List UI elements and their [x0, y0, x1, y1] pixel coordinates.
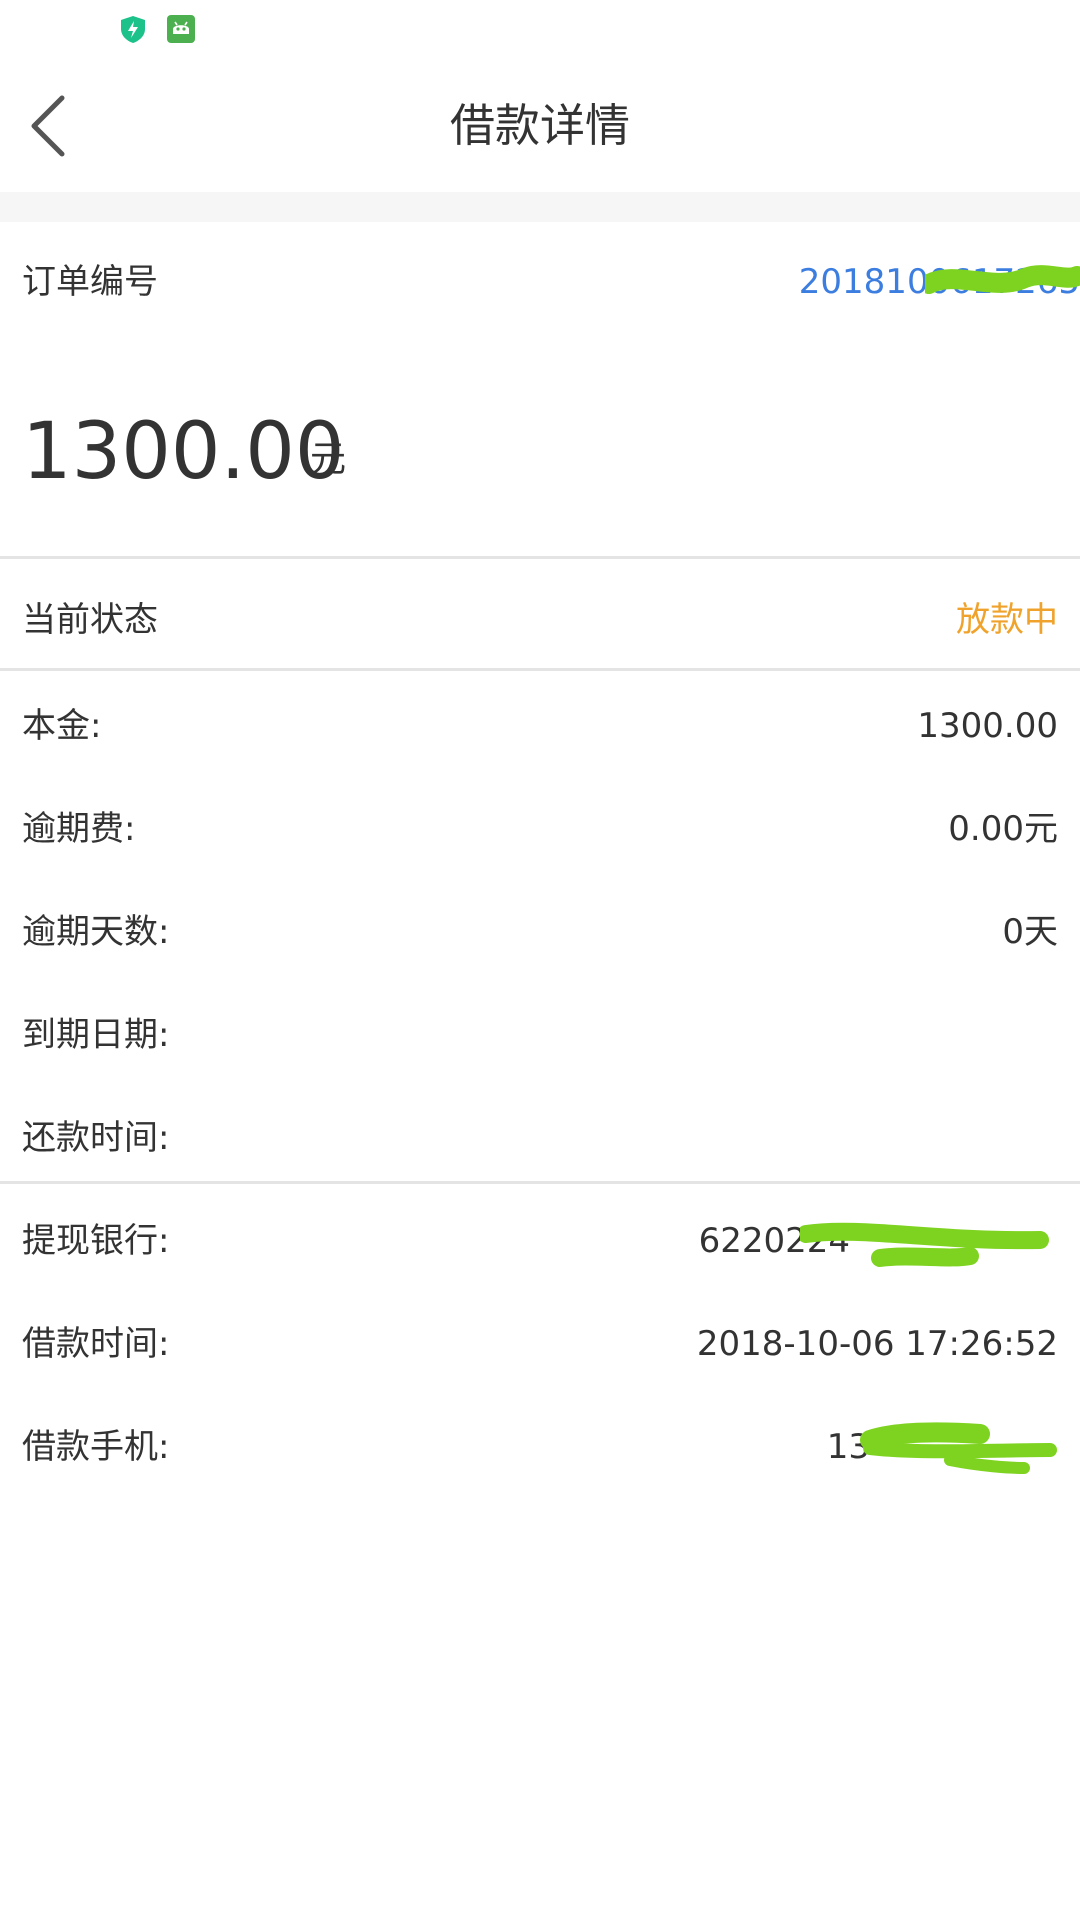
repayment-time-row: 还款时间:	[0, 1088, 1080, 1188]
repayment-time-label: 还款时间:	[22, 1118, 170, 1158]
page-title: 借款详情	[449, 99, 630, 152]
withdraw-bank-value: 6220224	[698, 1221, 850, 1261]
loan-time-row: 借款时间: 2018-10-06 17:26:52	[0, 1294, 1080, 1394]
loan-phone-row: 借款手机: 13	[0, 1397, 1080, 1497]
divider-line	[0, 556, 1080, 559]
loan-time-label: 借款时间:	[22, 1324, 170, 1364]
overdue-fee-value: 0.00元	[948, 809, 1058, 849]
overdue-days-row: 逾期天数: 0天	[0, 882, 1080, 982]
due-date-label: 到期日期:	[22, 1015, 170, 1055]
shield-bolt-icon	[121, 16, 145, 43]
header-divider	[0, 192, 1080, 222]
order-number-label: 订单编号	[22, 262, 158, 302]
withdraw-bank-label: 提现银行:	[22, 1221, 170, 1261]
status-value: 放款中	[956, 600, 1058, 640]
overdue-fee-row: 逾期费: 0.00元	[0, 779, 1080, 879]
status-label: 当前状态	[22, 600, 158, 640]
loan-phone-label: 借款手机:	[22, 1427, 170, 1467]
divider-line	[0, 668, 1080, 671]
withdraw-bank-row: 提现银行: 6220224	[0, 1191, 1080, 1291]
overdue-days-label: 逾期天数:	[22, 912, 170, 952]
loan-time-value: 2018-10-06 17:26:52	[696, 1324, 1058, 1364]
principal-value: 1300.00	[917, 706, 1058, 746]
android-robot-icon	[167, 15, 195, 43]
status-row: 当前状态 放款中	[0, 570, 1080, 670]
order-number-value[interactable]: 2018100617265	[799, 232, 1080, 332]
principal-row: 本金: 1300.00	[0, 676, 1080, 776]
overdue-fee-label: 逾期费:	[22, 809, 136, 849]
overdue-days-value: 0天	[1002, 912, 1058, 952]
divider-line	[0, 1181, 1080, 1184]
status-bar	[0, 0, 1080, 60]
loan-amount: 1300.00	[22, 407, 345, 497]
nav-bar: 借款详情	[0, 60, 1080, 192]
order-number-row: 订单编号 2018100617265	[0, 232, 1080, 332]
order-number-text: 2018100617265	[798, 262, 1080, 302]
loan-amount-unit: 元	[310, 439, 347, 480]
due-date-row: 到期日期:	[0, 985, 1080, 1085]
loan-phone-value: 13	[826, 1427, 870, 1467]
principal-label: 本金:	[22, 706, 102, 746]
